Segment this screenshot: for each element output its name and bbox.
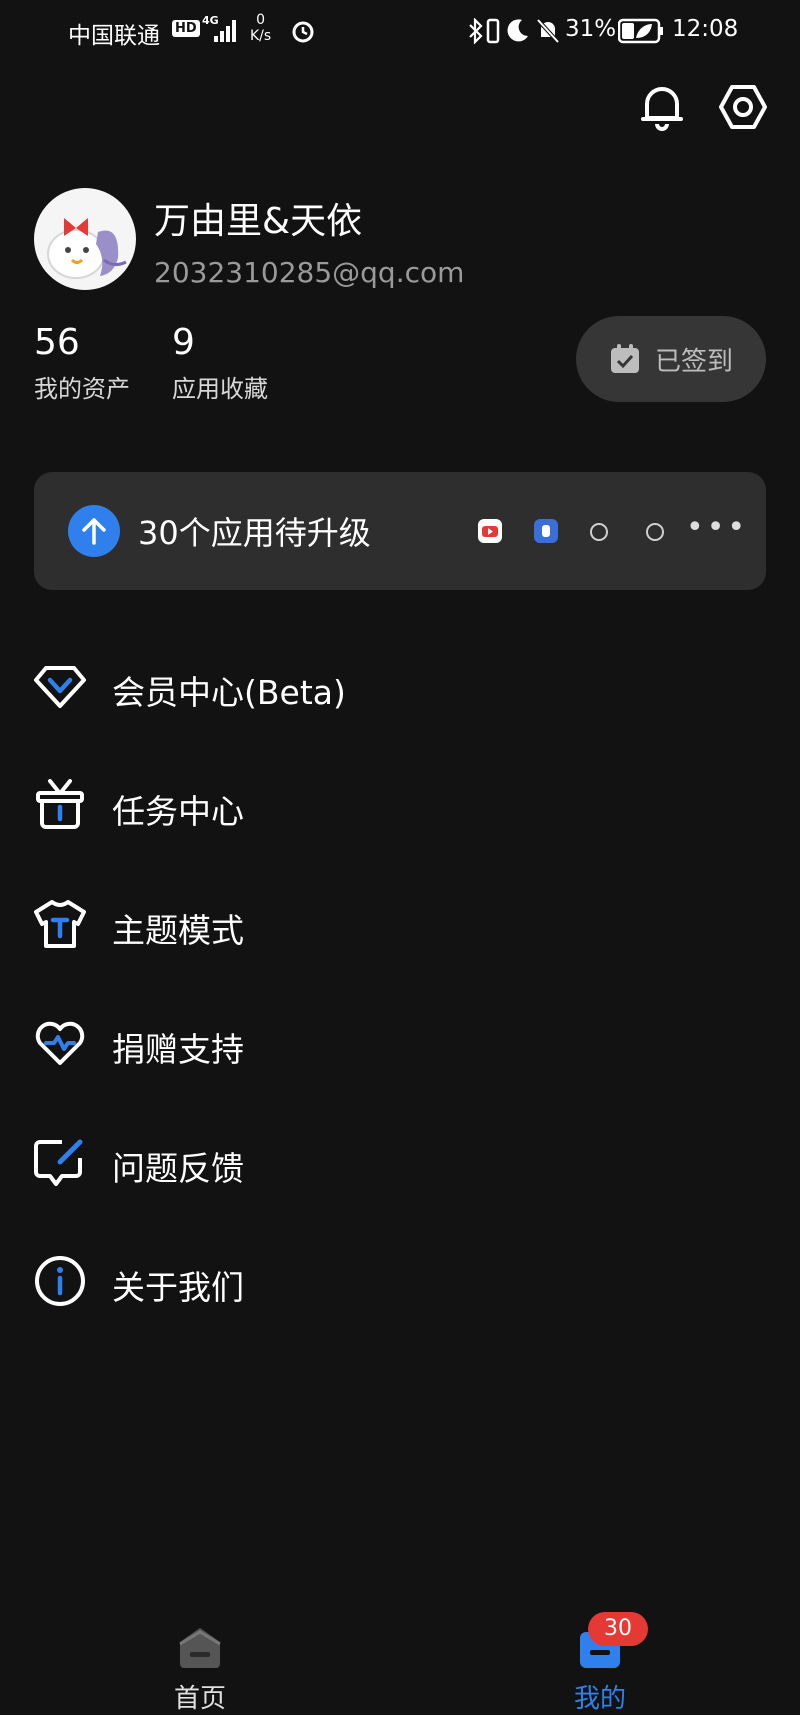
clock: 12:08: [672, 16, 739, 42]
menu-label: 会员中心(Beta): [112, 673, 346, 712]
hd-badge: HD: [172, 20, 200, 37]
notification-bell-icon[interactable]: [637, 82, 687, 132]
signal-icon: [214, 20, 236, 42]
mute-bell-icon: [536, 18, 560, 44]
stat-label: 应用收藏: [172, 375, 268, 403]
battery-icon: [618, 18, 663, 44]
alarm-icon: [292, 21, 314, 43]
nav-label: 首页: [173, 1684, 226, 1714]
app-icon-3: [590, 523, 608, 541]
menu-label: 关于我们: [112, 1268, 244, 1307]
diamond-icon: [34, 666, 86, 708]
avatar-image: [47, 218, 127, 279]
home-icon: [179, 1628, 221, 1668]
menu-label: 问题反馈: [112, 1149, 244, 1188]
username: 万由里&天依: [154, 201, 363, 242]
update-badge: 30: [588, 1612, 648, 1646]
update-count-text: 30个应用待升级: [138, 514, 371, 552]
stat-value: 9: [172, 322, 195, 363]
jd-app-icon: [646, 523, 664, 541]
user-email: 2032310285@qq.com: [154, 256, 465, 289]
menu-item-feedback[interactable]: 问题反馈: [0, 1112, 800, 1212]
app-update-card[interactable]: 30个应用待升级 •••: [34, 472, 766, 590]
stat-value: 56: [34, 322, 80, 363]
gift-box-icon: [36, 779, 84, 829]
dnd-moon-icon: [507, 19, 528, 42]
stat-label: 我的资产: [34, 375, 130, 403]
nav-tab-home[interactable]: 首页: [100, 1600, 300, 1714]
stat-favorites[interactable]: 9 应用收藏: [172, 322, 268, 404]
checkin-label: 已签到: [654, 346, 733, 377]
checkin-button[interactable]: 已签到: [576, 316, 766, 402]
menu-item-member-center[interactable]: 会员中心(Beta): [0, 636, 800, 736]
feedback-edit-icon: [34, 1139, 83, 1186]
nav-label: 我的: [573, 1684, 626, 1714]
menu-label: 任务中心: [112, 792, 244, 831]
stat-assets[interactable]: 56 我的资产: [34, 322, 130, 404]
upgrade-arrow-icon: [68, 505, 120, 557]
battery-percent: 31%: [565, 16, 617, 42]
menu-item-theme-mode[interactable]: 主题模式: [0, 874, 800, 974]
tshirt-icon: [34, 900, 86, 948]
settings-gear-icon[interactable]: [718, 82, 768, 132]
menu-label: 主题模式: [112, 911, 244, 950]
info-icon: [35, 1256, 85, 1306]
menu-label: 捐赠支持: [112, 1030, 244, 1069]
menu-item-donate[interactable]: 捐赠支持: [0, 993, 800, 1093]
heart-icon: [35, 1021, 85, 1065]
avatar[interactable]: [34, 188, 136, 290]
menu-item-about[interactable]: 关于我们: [0, 1231, 800, 1331]
carrier-label: 中国联通: [68, 23, 160, 49]
net-speed: 0 K/s: [250, 12, 272, 44]
more-dots-icon: •••: [686, 510, 749, 545]
bottom-nav: 首页 我的 30: [0, 1600, 800, 1714]
hand-app-icon: [534, 519, 558, 543]
calendar-check-icon: [610, 344, 639, 373]
vibrate-icon: [486, 18, 500, 44]
bluetooth-icon: [469, 18, 483, 44]
status-bar: 中国联通 HD 4G 0 K/s 31% 12:08: [0, 0, 800, 62]
youtube-app-icon: [478, 519, 502, 543]
menu-item-task-center[interactable]: 任务中心: [0, 755, 800, 855]
